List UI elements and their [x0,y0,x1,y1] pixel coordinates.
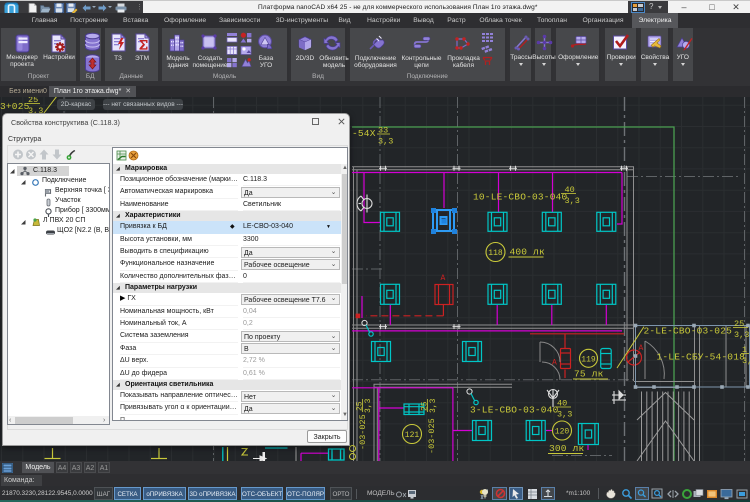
svg-text:118: 118 [488,249,503,258]
svg-text:3,3: 3,3 [429,398,438,413]
svg-text:120: 120 [555,428,570,437]
svg-text:75 лк: 75 лк [574,369,604,380]
svg-text:3-LE-СВО-03-040: 3-LE-СВО-03-040 [470,405,559,416]
svg-text:3,3: 3,3 [565,196,580,206]
svg-text:3,: 3, [742,356,750,366]
svg-text:-54Х: -54Х [352,128,376,139]
svg-text:А: А [639,344,644,353]
svg-text:-03-025: -03-025 [427,418,437,454]
svg-text:300 лк: 300 лк [549,443,585,454]
svg-text:3,3: 3,3 [557,410,572,420]
svg-text:3,3: 3,3 [734,330,749,340]
svg-text:10-LE-СВО-03-040: 10-LE-СВО-03-040 [473,192,568,203]
svg-text:121: 121 [405,431,420,440]
svg-text:3,3: 3,3 [364,398,373,413]
svg-text:-03-025: -03-025 [358,414,368,450]
svg-text:2-LE-СВО-03-025: 2-LE-СВО-03-025 [644,326,733,337]
svg-text:А: А [441,274,446,283]
svg-text:3+025: 3+025 [0,101,30,112]
svg-text:400 лк: 400 лк [510,247,546,258]
svg-text:119: 119 [581,355,596,364]
svg-text:3,3: 3,3 [378,137,393,147]
svg-text:1-LE-СБУ-54-018: 1-LE-СБУ-54-018 [657,352,746,363]
